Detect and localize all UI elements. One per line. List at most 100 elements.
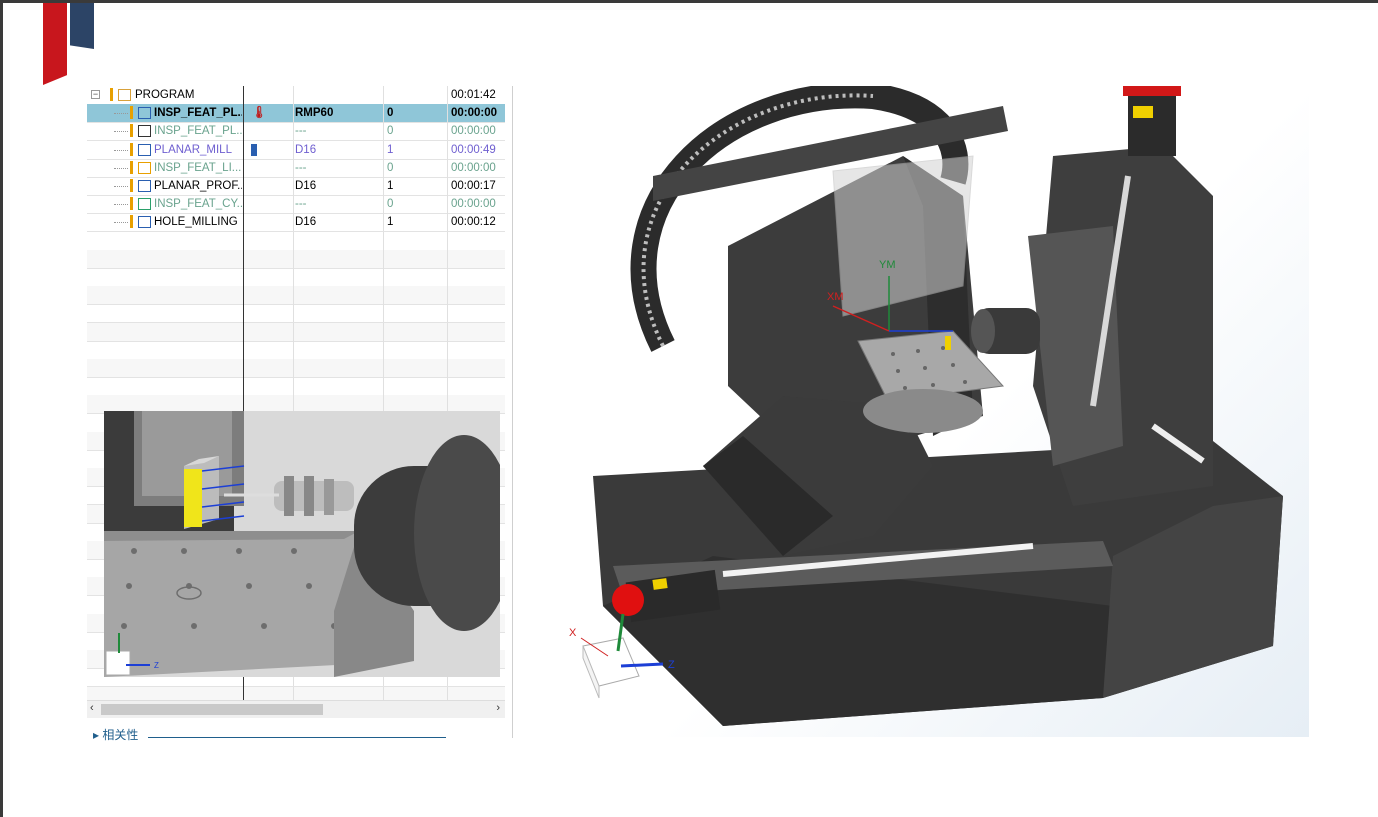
operation-num: 1 (387, 216, 394, 229)
tree-connector (114, 204, 128, 206)
related-divider (148, 737, 446, 738)
tree-connector (114, 167, 128, 170)
empty-row (87, 268, 505, 287)
operation-name: PLANAR_PROF... (154, 180, 242, 192)
hole-milling-icon (138, 216, 151, 229)
navigator-row[interactable]: INSP_FEAT_PL... --- 0 00:00:00 (87, 122, 505, 142)
left-border (0, 0, 3, 817)
horizontal-scrollbar[interactable]: ‹ › (87, 700, 505, 718)
column-separator (383, 359, 384, 377)
operation-name: PROGRAM (135, 89, 195, 101)
column-separator (383, 158, 384, 177)
column-separator (293, 213, 294, 232)
column-separator (293, 359, 294, 377)
inset-z-axis-label: Z (154, 661, 159, 670)
column-separator (293, 140, 294, 159)
column-separator (447, 231, 448, 250)
navigator-row[interactable]: INSP_FEAT_PL... 🌡 RMP60 0 00:00:00 (87, 104, 505, 124)
empty-row (87, 286, 505, 306)
status-warning-icon (130, 106, 133, 120)
collapse-icon[interactable]: − (91, 90, 100, 99)
column-separator (447, 249, 448, 268)
tree-connector (114, 186, 128, 188)
line-feature-icon (138, 161, 151, 174)
top-border (0, 0, 1378, 3)
operation-time: 00:00:17 (451, 180, 496, 192)
program-folder-icon (118, 89, 131, 101)
empty-row (87, 359, 505, 378)
column-separator (447, 286, 448, 305)
column-separator (293, 177, 294, 195)
column-separator (383, 195, 384, 214)
probe-operation-icon (138, 107, 151, 120)
triad-z-axis-label: Z (668, 659, 675, 671)
column-separator (447, 104, 448, 123)
operation-time: 00:00:00 (451, 161, 496, 174)
related-label: 相关性 (102, 728, 139, 742)
navigator-row[interactable]: − PROGRAM 00:01:42 (87, 86, 505, 105)
machine-3d-viewport[interactable]: YM XM X Z (513, 86, 1309, 737)
column-separator (293, 304, 294, 323)
operation-num: 1 (387, 143, 394, 156)
operation-num: 0 (387, 125, 394, 138)
probe-tool-icon: 🌡 (252, 107, 267, 120)
operation-tool: --- (295, 198, 307, 211)
operation-time: 00:00:12 (451, 216, 496, 229)
operation-num: 0 (387, 198, 394, 211)
operation-num (387, 86, 445, 104)
navigator-row[interactable]: INSP_FEAT_LI... --- 0 00:00:00 (87, 158, 505, 178)
column-separator (293, 122, 294, 141)
column-separator (293, 286, 294, 305)
column-separator (383, 286, 384, 305)
operation-time: 00:00:00 (451, 198, 496, 211)
column-separator (293, 377, 294, 396)
column-separator (383, 304, 384, 323)
column-separator (447, 322, 448, 341)
operation-time: 00:00:00 (451, 125, 496, 138)
operation-num: 0 (387, 161, 394, 174)
navigator-row[interactable]: PLANAR_PROF... D16 1 00:00:17 (87, 177, 505, 196)
column-separator (383, 249, 384, 268)
column-separator (383, 122, 384, 141)
scrollbar-thumb[interactable] (101, 704, 323, 715)
operation-num: 0 (387, 107, 394, 120)
column-separator (447, 340, 448, 359)
empty-row (87, 322, 505, 342)
column-separator (383, 340, 384, 359)
related-section-toggle[interactable]: ▸ 相关性 (93, 726, 138, 743)
status-warning-icon (130, 197, 133, 211)
scroll-left-icon[interactable]: ‹ (90, 702, 94, 714)
empty-row (87, 304, 505, 324)
column-separator (447, 213, 448, 232)
column-separator (293, 158, 294, 177)
expand-arrow-icon[interactable]: ▸ (93, 728, 99, 742)
ym-axis-label: YM (879, 259, 896, 271)
operation-tool: D16 (295, 216, 317, 229)
cylinder-feature-icon (138, 198, 151, 211)
operation-tool: D16 (295, 143, 317, 156)
column-separator (447, 304, 448, 323)
column-separator (447, 158, 448, 177)
navigator-row[interactable]: HOLE_MILLING D16 1 00:00:12 (87, 213, 505, 233)
status-warning-icon (130, 124, 133, 138)
operation-tool: RMP60 (295, 107, 334, 120)
operation-tool: D16 (295, 180, 317, 192)
navigator-row[interactable]: INSP_FEAT_CY... --- 0 00:00:00 (87, 195, 505, 215)
probe-detail-view[interactable]: Z (104, 411, 500, 677)
navigator-row[interactable]: PLANAR_MILL D16 1 00:00:49 (87, 140, 505, 160)
column-separator (293, 86, 294, 104)
column-separator (383, 140, 384, 159)
column-separator (447, 377, 448, 396)
operation-tool: --- (295, 161, 307, 174)
status-warning-icon (110, 88, 113, 101)
column-separator (383, 213, 384, 232)
triad-x-axis-label: X (569, 627, 577, 639)
brand-logo-blue (70, 3, 94, 49)
empty-row (87, 340, 505, 360)
scroll-right-icon[interactable]: › (496, 702, 500, 714)
status-warning-icon (130, 142, 133, 156)
column-separator (293, 231, 294, 250)
xm-axis-label: XM (827, 291, 844, 303)
column-separator (293, 268, 294, 286)
column-separator (293, 104, 294, 123)
